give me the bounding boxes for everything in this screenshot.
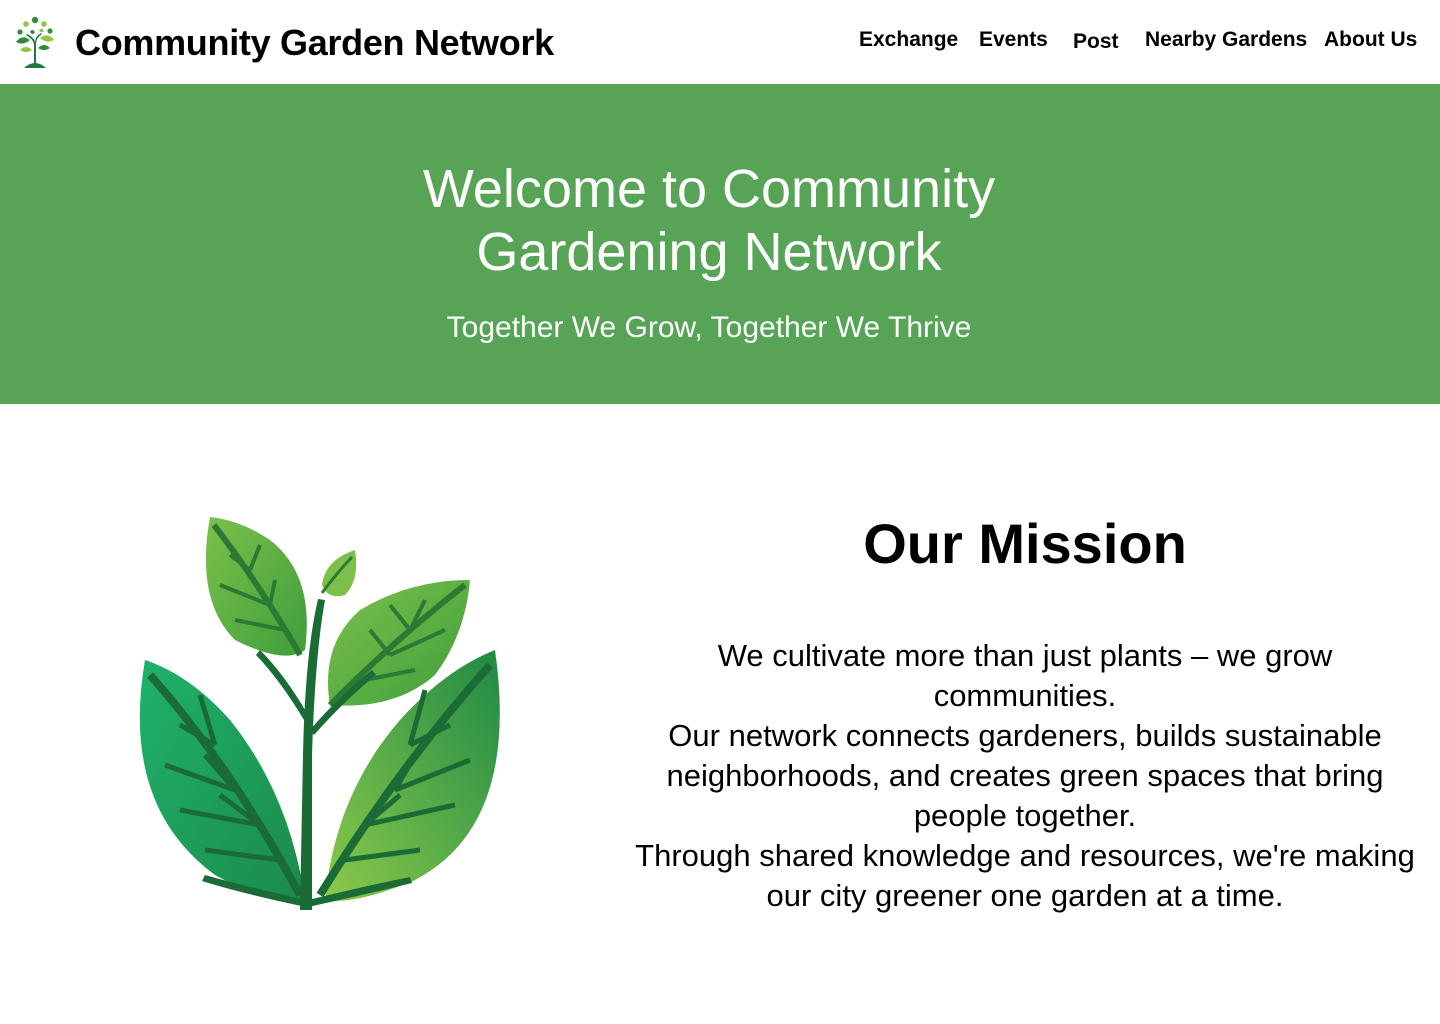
mission-title: Our Mission [863, 512, 1187, 575]
mission-paragraph: We cultivate more than just plants – we … [717, 638, 1333, 713]
hero-title-line-1: Welcome to Community [422, 159, 996, 219]
hero-title-line-2: Gardening Network [476, 222, 942, 282]
nav-link-exchange[interactable]: Exchange [859, 28, 958, 52]
hero-subtitle: Together We Grow, Together We Thrive [446, 311, 972, 344]
nav-link-events[interactable]: Events [979, 28, 1048, 52]
mission-paragraph: Through shared knowledge and resources, … [635, 838, 1415, 913]
hero-banner: Welcome to Community Gardening Network T… [0, 84, 1440, 404]
nav-link-nearby-gardens[interactable]: Nearby Gardens [1145, 28, 1307, 52]
nav-link-post[interactable]: Post [1073, 30, 1119, 54]
nav-link-about-us[interactable]: About Us [1324, 28, 1417, 52]
top-navigation-bar: Community Garden Network Exchange Events… [0, 0, 1440, 84]
mission-paragraph: Our network connects gardeners, builds s… [666, 718, 1384, 833]
mission-description: We cultivate more than just plants – we … [620, 636, 1430, 916]
leafy-plant-icon [120, 517, 500, 915]
hero-title: Welcome to Community Gardening Network [0, 158, 1418, 284]
main-nav: Exchange Events Post Nearby Gardens Abou… [0, 28, 1440, 58]
